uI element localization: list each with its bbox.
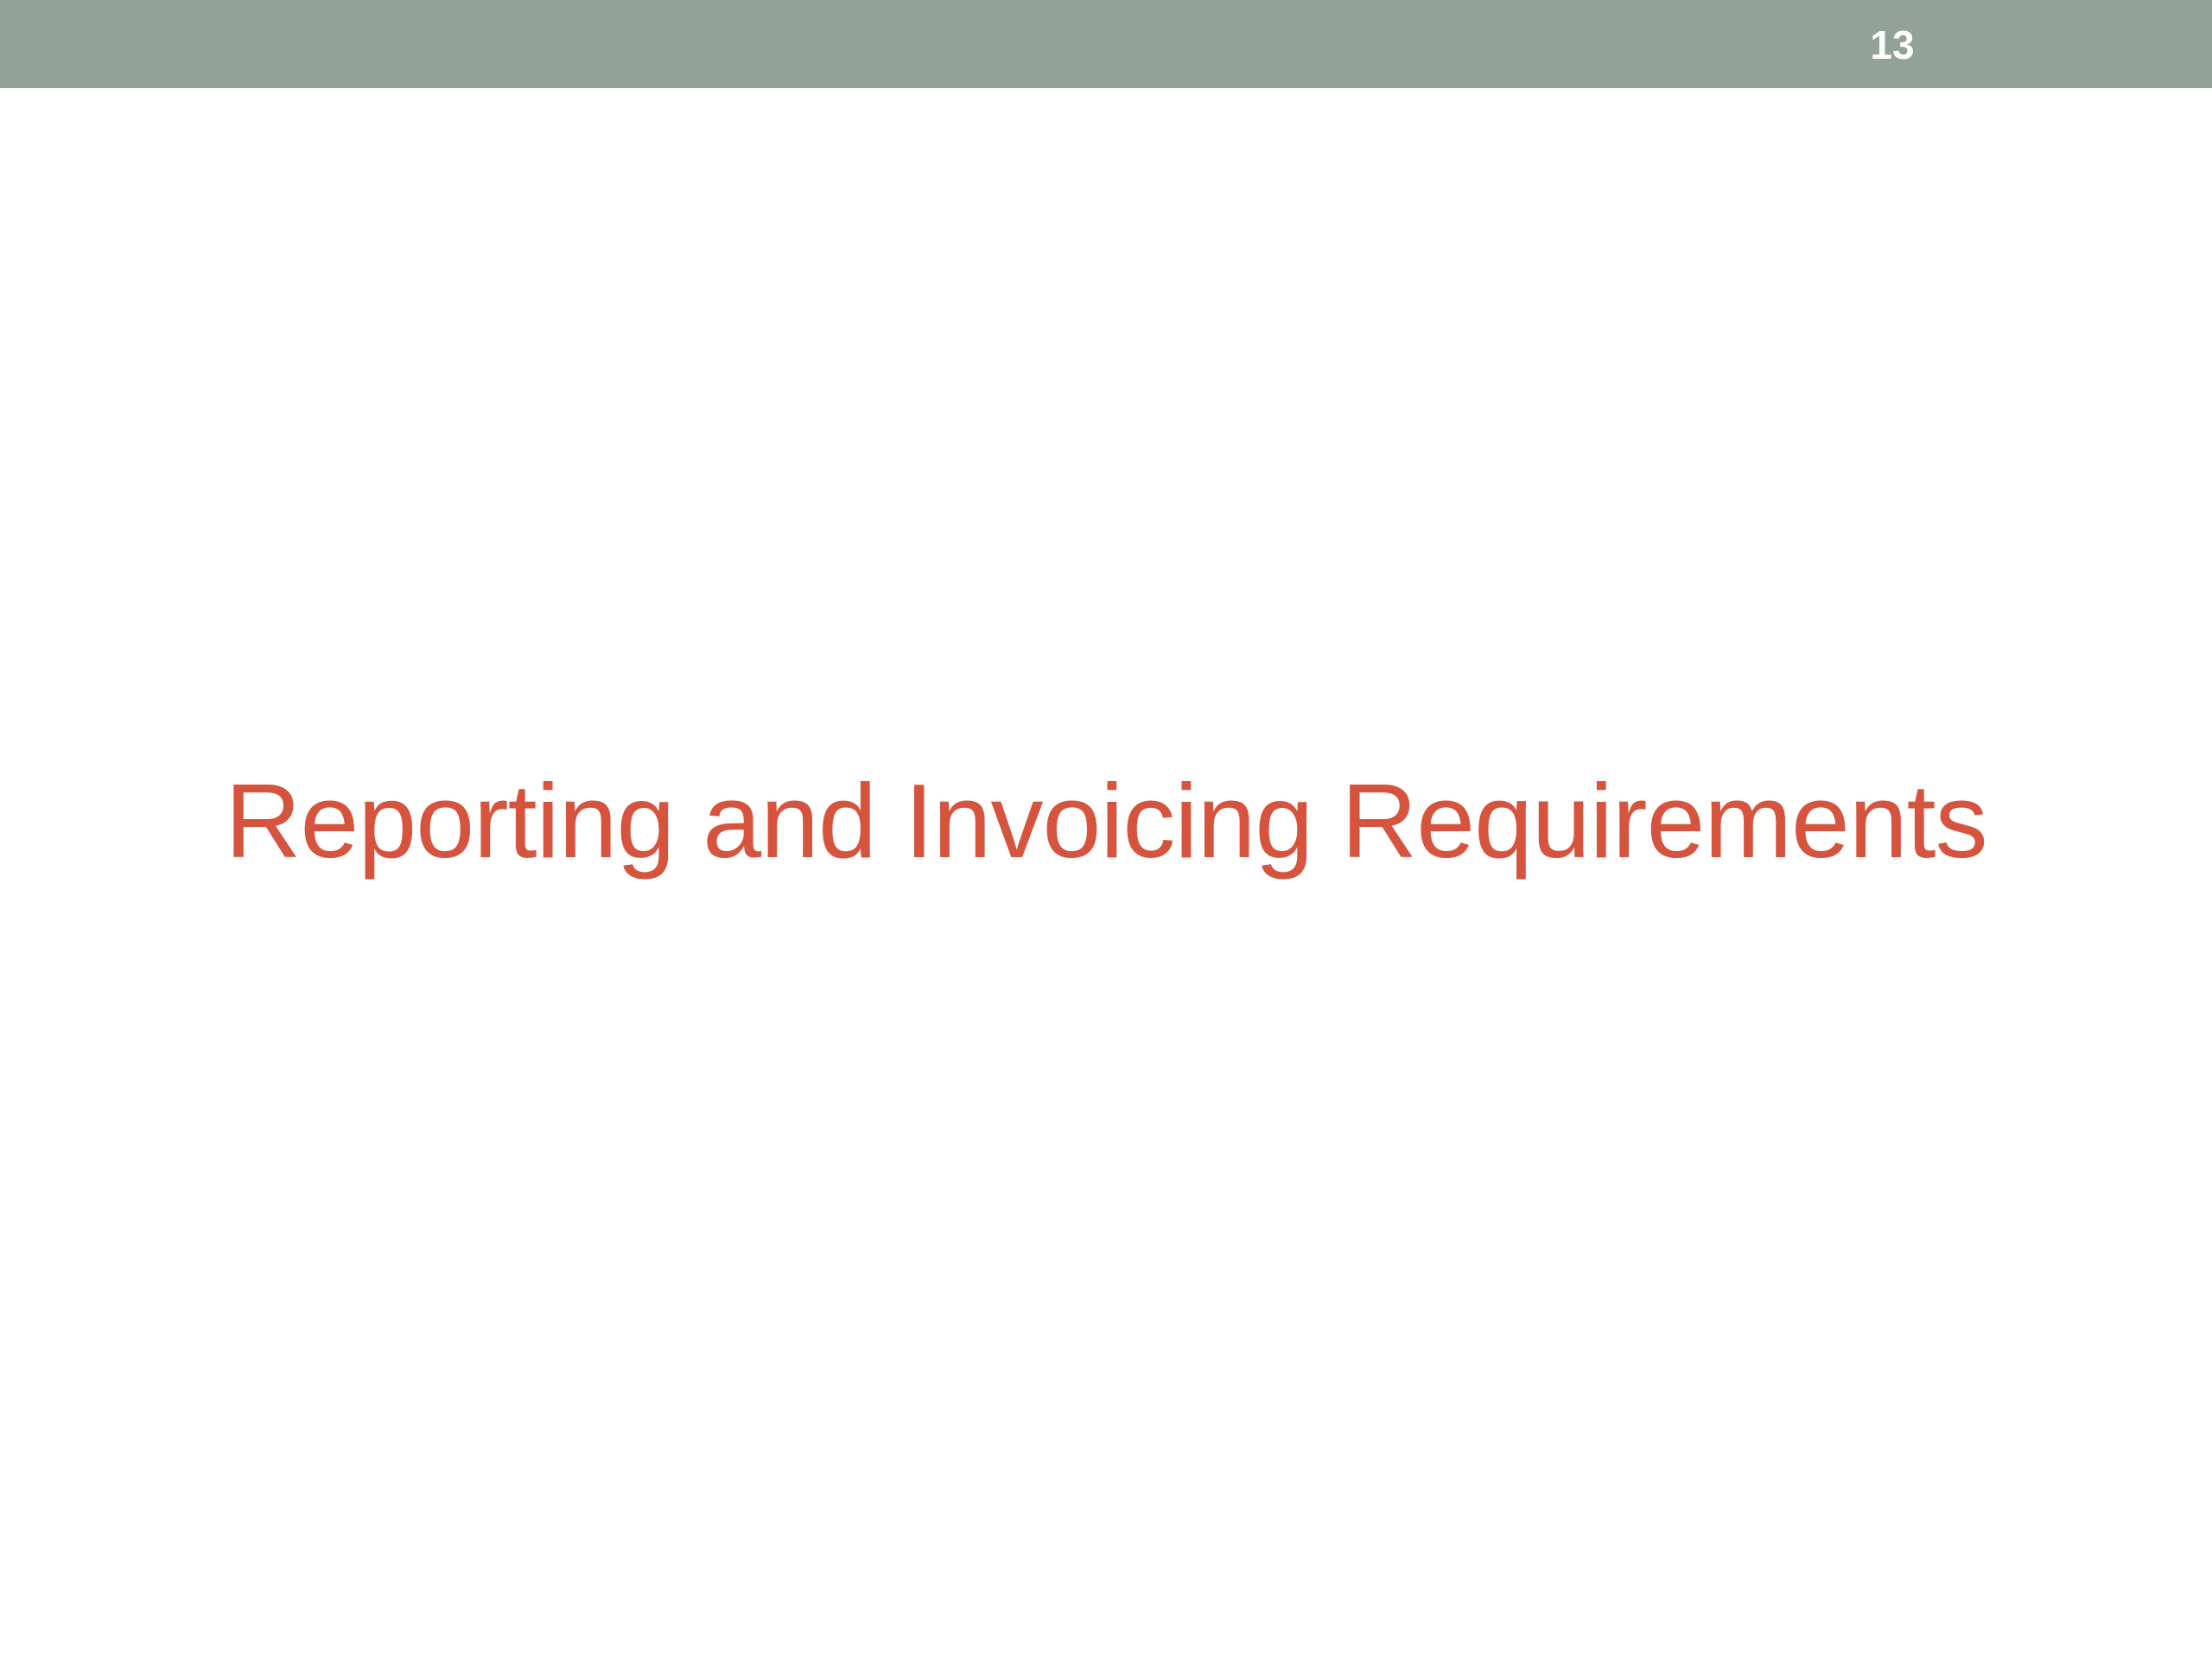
slide: 13 Reporting and Invoicing Requirements [0, 0, 2212, 1659]
slide-number: 13 [1870, 22, 1915, 67]
slide-title: Reporting and Invoicing Requirements [225, 762, 1987, 880]
